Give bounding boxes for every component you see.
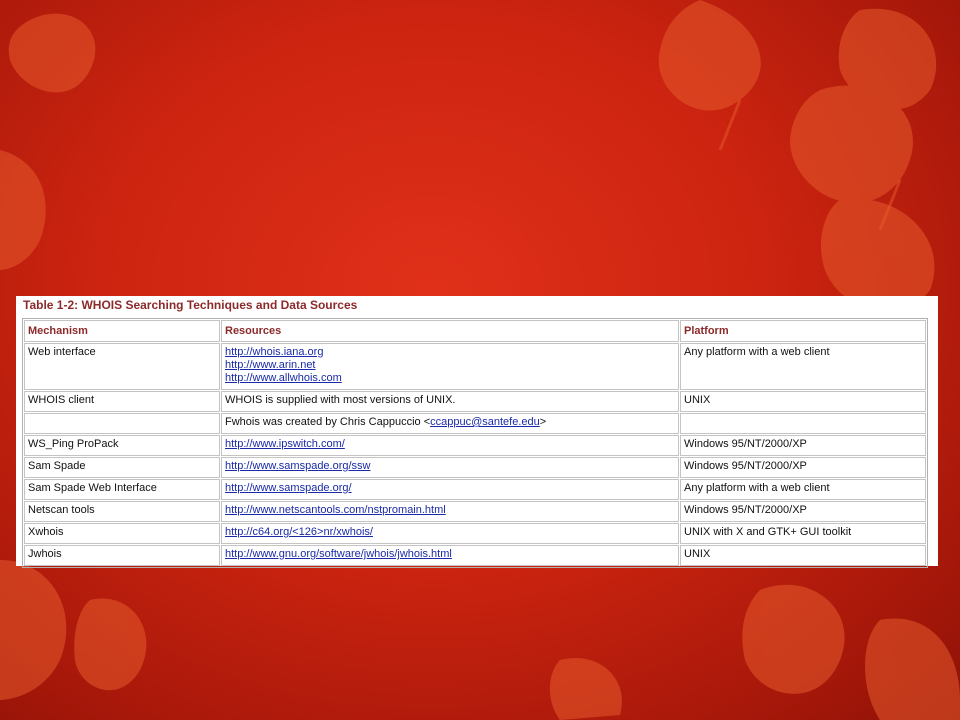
- resource-text: Fwhois was created by Chris Cappuccio <: [225, 416, 431, 428]
- leaf-icon: [742, 584, 845, 694]
- resource-link[interactable]: http://c64.org/<126>nr/xwhois/: [225, 526, 675, 539]
- resource-link[interactable]: http://www.samspade.org/: [225, 482, 675, 495]
- platform-cell: UNIX: [680, 545, 926, 566]
- table-row: Sam Spade http://www.samspade.org/ssw Wi…: [24, 457, 926, 478]
- platform-cell: Any platform with a web client: [680, 479, 926, 500]
- resource-link[interactable]: http://whois.iana.org: [225, 346, 675, 359]
- leaf-icon: [790, 85, 913, 203]
- platform-cell: UNIX with X and GTK+ GUI toolkit: [680, 523, 926, 544]
- resources-cell: http://www.gnu.org/software/jwhois/jwhoi…: [221, 545, 679, 566]
- leaf-icon: [658, 0, 761, 111]
- resources-cell: http://www.samspade.org/ssw: [221, 457, 679, 478]
- platform-cell: Windows 95/NT/2000/XP: [680, 457, 926, 478]
- table-row: WHOIS client WHOIS is supplied with most…: [24, 391, 926, 412]
- resources-cell: http://www.ipswitch.com/: [221, 435, 679, 456]
- table-row: WS_Ping ProPack http://www.ipswitch.com/…: [24, 435, 926, 456]
- header-mechanism: Mechanism: [24, 320, 220, 342]
- leaf-icon: [8, 13, 96, 93]
- mechanism-cell: Netscan tools: [24, 501, 220, 522]
- mechanism-cell: Jwhois: [24, 545, 220, 566]
- header-resources: Resources: [221, 320, 679, 342]
- resources-cell: http://www.samspade.org/: [221, 479, 679, 500]
- mechanism-cell: WHOIS client: [24, 391, 220, 412]
- resource-link[interactable]: http://www.gnu.org/software/jwhois/jwhoi…: [225, 548, 675, 561]
- whois-table: Mechanism Resources Platform Web interfa…: [22, 318, 928, 568]
- leaf-icon: [74, 598, 147, 691]
- resources-cell: http://whois.iana.org http://www.arin.ne…: [221, 343, 679, 390]
- resources-cell: WHOIS is supplied with most versions of …: [221, 391, 679, 412]
- leaf-icon: [0, 150, 46, 270]
- leaf-icon: [820, 198, 935, 312]
- table-row: Web interface http://whois.iana.org http…: [24, 343, 926, 390]
- platform-cell: [680, 413, 926, 434]
- table-row: Fwhois was created by Chris Cappuccio <c…: [24, 413, 926, 434]
- platform-cell: Windows 95/NT/2000/XP: [680, 435, 926, 456]
- resources-cell: Fwhois was created by Chris Cappuccio <c…: [221, 413, 679, 434]
- mechanism-cell: Xwhois: [24, 523, 220, 544]
- table-row: Netscan tools http://www.netscantools.co…: [24, 501, 926, 522]
- mechanism-cell: Web interface: [24, 343, 220, 390]
- table-header-row: Mechanism Resources Platform: [24, 320, 926, 342]
- mechanism-cell: WS_Ping ProPack: [24, 435, 220, 456]
- resource-text: >: [539, 416, 547, 428]
- table-row: Sam Spade Web Interface http://www.samsp…: [24, 479, 926, 500]
- resource-link[interactable]: http://www.netscantools.com/nstpromain.h…: [225, 504, 675, 517]
- whois-table-panel: Table 1-2: WHOIS Searching Techniques an…: [16, 296, 938, 568]
- platform-cell: Any platform with a web client: [680, 343, 926, 390]
- platform-cell: UNIX: [680, 391, 926, 412]
- header-platform: Platform: [680, 320, 926, 342]
- leaf-icon: [0, 560, 67, 700]
- resources-cell: http://c64.org/<126>nr/xwhois/: [221, 523, 679, 544]
- mechanism-cell: Sam Spade Web Interface: [24, 479, 220, 500]
- table-title: Table 1-2: WHOIS Searching Techniques an…: [23, 298, 358, 312]
- platform-cell: Windows 95/NT/2000/XP: [680, 501, 926, 522]
- resources-cell: http://www.netscantools.com/nstpromain.h…: [221, 501, 679, 522]
- leaf-icon: [549, 658, 622, 720]
- table-row: Jwhois http://www.gnu.org/software/jwhoi…: [24, 545, 926, 566]
- mechanism-cell: [24, 413, 220, 434]
- resource-link[interactable]: http://www.samspade.org/ssw: [225, 460, 675, 473]
- mechanism-cell: Sam Spade: [24, 457, 220, 478]
- resource-link[interactable]: http://www.allwhois.com: [225, 372, 675, 385]
- resource-link[interactable]: http://www.arin.net: [225, 359, 675, 372]
- resource-link[interactable]: http://www.ipswitch.com/: [225, 438, 675, 451]
- table-row: Xwhois http://c64.org/<126>nr/xwhois/ UN…: [24, 523, 926, 544]
- email-link[interactable]: ccappuc@santefe.edu: [430, 416, 540, 428]
- leaf-icon: [865, 618, 960, 720]
